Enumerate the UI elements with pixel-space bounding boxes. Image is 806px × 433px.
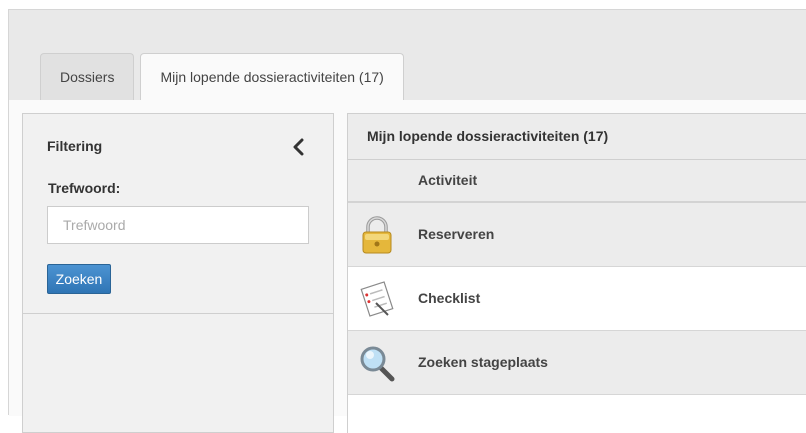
- lock-icon: [362, 216, 392, 254]
- chevron-left-icon[interactable]: [291, 138, 307, 156]
- keyword-label: Trefwoord:: [48, 180, 121, 196]
- table-row[interactable]: Checklist: [348, 267, 806, 331]
- tab-content: Filtering Trefwoord: Zoeken Mijn lopende…: [9, 100, 806, 433]
- magnifier-icon: [360, 346, 395, 382]
- checklist-icon: [360, 281, 394, 317]
- table-row[interactable]: Zoeken stageplaats: [348, 331, 806, 395]
- divider: [23, 313, 333, 314]
- search-button[interactable]: Zoeken: [47, 264, 111, 294]
- activity-label: Reserveren: [418, 226, 495, 242]
- keyword-input[interactable]: [47, 206, 309, 244]
- activities-panel: Mijn lopende dossieractiviteiten (17) Ac…: [347, 113, 806, 433]
- activities-title: Mijn lopende dossieractiviteiten (17): [348, 114, 806, 160]
- tab-lopende-dossieractiviteiten[interactable]: Mijn lopende dossieractiviteiten (17): [140, 53, 404, 101]
- table-row[interactable]: Reserveren: [348, 203, 806, 267]
- filter-title: Filtering: [47, 138, 103, 154]
- column-header-activiteit[interactable]: Activiteit: [348, 160, 806, 203]
- app-frame: Dossiers Mijn lopende dossieractiviteite…: [8, 9, 806, 433]
- tab-bar: Dossiers Mijn lopende dossieractiviteite…: [40, 53, 410, 101]
- activity-label: Zoeken stageplaats: [418, 354, 548, 370]
- tab-dossiers[interactable]: Dossiers: [40, 53, 135, 100]
- activity-label: Checklist: [418, 290, 481, 306]
- filter-panel: Filtering Trefwoord: Zoeken: [22, 113, 334, 433]
